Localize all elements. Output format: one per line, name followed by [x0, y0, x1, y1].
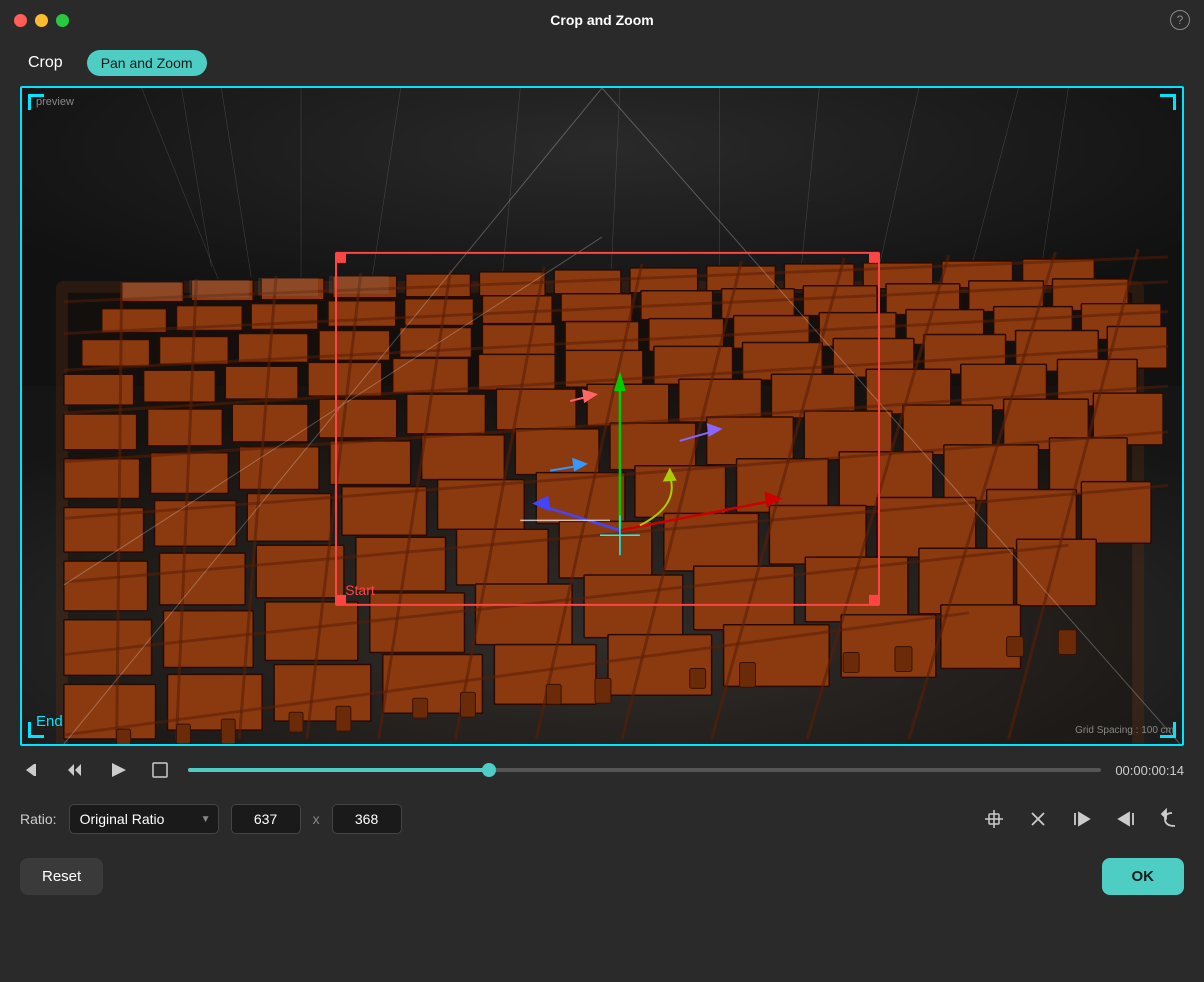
title-bar: Crop and Zoom ?: [0, 0, 1204, 40]
center-tool-button[interactable]: [980, 805, 1008, 833]
ratio-label: Ratio:: [20, 811, 57, 827]
ratio-select-wrapper[interactable]: Original Ratio 16:9 4:3 1:1 9:16 Custom: [69, 804, 219, 834]
minimize-button[interactable]: [35, 14, 48, 27]
tab-pan-zoom[interactable]: Pan and Zoom: [87, 50, 207, 76]
tab-bar: Crop Pan and Zoom: [0, 40, 1204, 86]
transport-bar: 00:00:00:14: [0, 746, 1204, 794]
time-display: 00:00:00:14: [1115, 763, 1184, 778]
window-controls[interactable]: [14, 14, 69, 27]
timeline-slider[interactable]: [188, 768, 1101, 772]
reset-button[interactable]: Reset: [20, 858, 103, 895]
trim-end-button[interactable]: [1068, 805, 1096, 833]
crop-box[interactable]: Start: [335, 252, 880, 606]
close-button[interactable]: [14, 14, 27, 27]
height-input[interactable]: [332, 804, 402, 834]
clear-tool-button[interactable]: [1024, 805, 1052, 833]
tab-crop[interactable]: Crop: [20, 50, 71, 76]
ratio-select[interactable]: Original Ratio 16:9 4:3 1:1 9:16 Custom: [69, 804, 219, 834]
timeline-thumb[interactable]: [482, 763, 496, 777]
crop-start-label: Start: [345, 582, 375, 598]
width-input[interactable]: [231, 804, 301, 834]
maximize-button[interactable]: [56, 14, 69, 27]
timeline-fill: [188, 768, 489, 772]
window-title: Crop and Zoom: [550, 12, 653, 28]
end-label: End: [36, 713, 63, 730]
ratio-bar: Ratio: Original Ratio 16:9 4:3 1:1 9:16 …: [0, 794, 1204, 844]
corner-tr: [1160, 94, 1176, 110]
ok-button[interactable]: OK: [1102, 858, 1185, 895]
preview-label: preview: [36, 96, 74, 108]
ratio-tools: [980, 805, 1184, 833]
trim-start-button[interactable]: [1112, 805, 1140, 833]
action-bar: Reset OK: [0, 844, 1204, 909]
stop-button[interactable]: [146, 756, 174, 784]
step-back-button[interactable]: [62, 756, 90, 784]
dimension-separator: x: [313, 811, 320, 827]
video-container: preview Start End Grid Spacing : 100 cm: [20, 86, 1184, 746]
rewind-button[interactable]: [20, 756, 48, 784]
grid-spacing-label: Grid Spacing : 100 cm: [1075, 725, 1174, 736]
undo-button[interactable]: [1156, 805, 1184, 833]
play-button[interactable]: [104, 756, 132, 784]
help-icon[interactable]: ?: [1170, 10, 1190, 30]
